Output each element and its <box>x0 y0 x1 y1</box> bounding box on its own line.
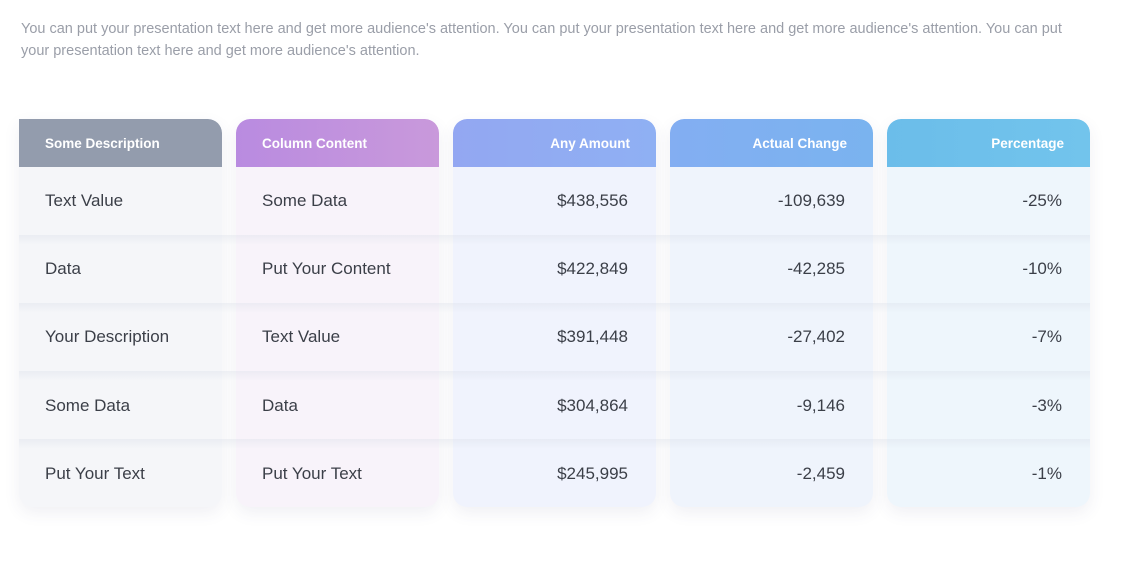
column-header: Actual Change <box>670 119 873 167</box>
table-cell: $391,448 <box>557 327 628 347</box>
table-cell: Put Your Text <box>262 463 362 483</box>
table-cell: Data <box>45 259 81 279</box>
table-cell: -42,285 <box>787 259 845 279</box>
intro-paragraph: You can put your presentation text here … <box>21 21 1062 59</box>
table-cell: Text Value <box>262 327 341 347</box>
table-cell: $438,556 <box>557 191 628 211</box>
column-header: Any Amount <box>453 119 656 167</box>
column-header: Some Description <box>19 119 222 167</box>
table-cell: -2,459 <box>796 463 845 483</box>
table-cell: -9,146 <box>796 395 845 415</box>
table-column-content: Column Content Some Data Put Your Conten… <box>236 119 439 507</box>
table-cell: -25% <box>1022 191 1062 211</box>
table-cell: -1% <box>1031 463 1062 483</box>
table-cell: -109,639 <box>777 191 845 211</box>
table-cell: $304,864 <box>557 395 628 415</box>
table-cell: Put Your Content <box>262 259 391 279</box>
column-header: Column Content <box>236 119 439 167</box>
table-column-percentage: Percentage -25% -10% -7% -3% -1% <box>887 119 1090 507</box>
table-cell: Data <box>262 395 298 415</box>
table-cell: -27,402 <box>787 327 845 347</box>
table-cell: Put Your Text <box>45 463 145 483</box>
data-table: Some Description Text Value Data Your De… <box>19 119 1090 507</box>
table-cell: Some Data <box>262 191 348 211</box>
table-cell: $422,849 <box>557 259 628 279</box>
table-cell: $245,995 <box>557 463 628 483</box>
column-header: Percentage <box>887 119 1090 167</box>
table-cell: Some Data <box>45 395 131 415</box>
table-column-description: Some Description Text Value Data Your De… <box>19 119 222 507</box>
table-column-change: Actual Change -109,639 -42,285 -27,402 -… <box>670 119 873 507</box>
table-cell: -10% <box>1022 259 1062 279</box>
table-cell: Your Description <box>45 327 170 347</box>
table-cell: -7% <box>1031 327 1062 347</box>
table-cell: Text Value <box>45 191 124 211</box>
table-column-amount: Any Amount $438,556 $422,849 $391,448 $3… <box>453 119 656 507</box>
table-cell: -3% <box>1031 395 1062 415</box>
